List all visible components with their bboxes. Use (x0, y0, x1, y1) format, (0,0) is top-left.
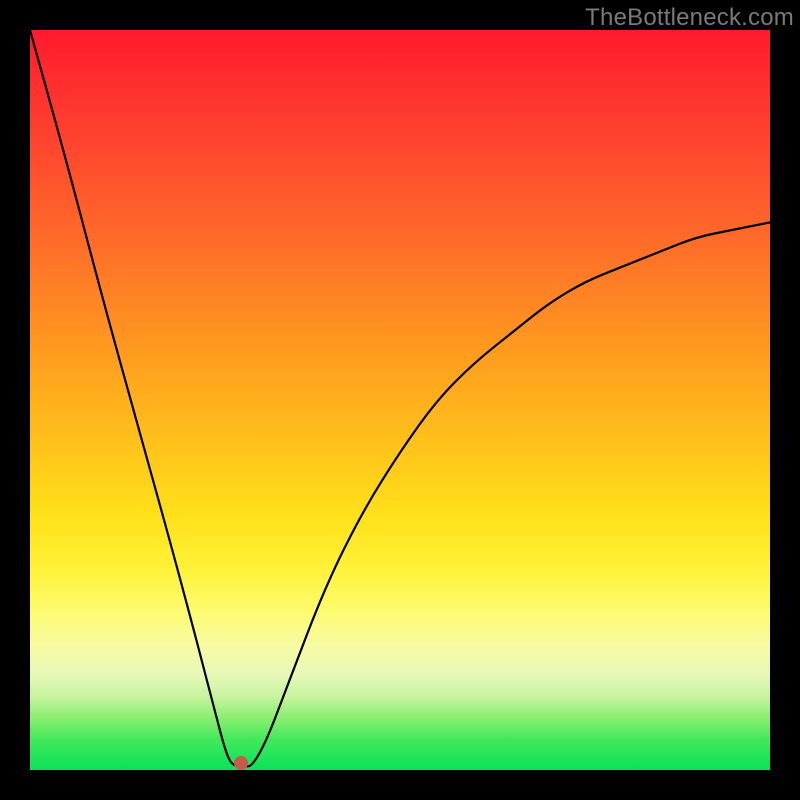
plot-area (30, 30, 770, 770)
optimum-marker (234, 756, 248, 770)
chart-frame: TheBottleneck.com (0, 0, 800, 800)
watermark-text: TheBottleneck.com (585, 4, 794, 32)
bottleneck-curve (30, 30, 770, 770)
